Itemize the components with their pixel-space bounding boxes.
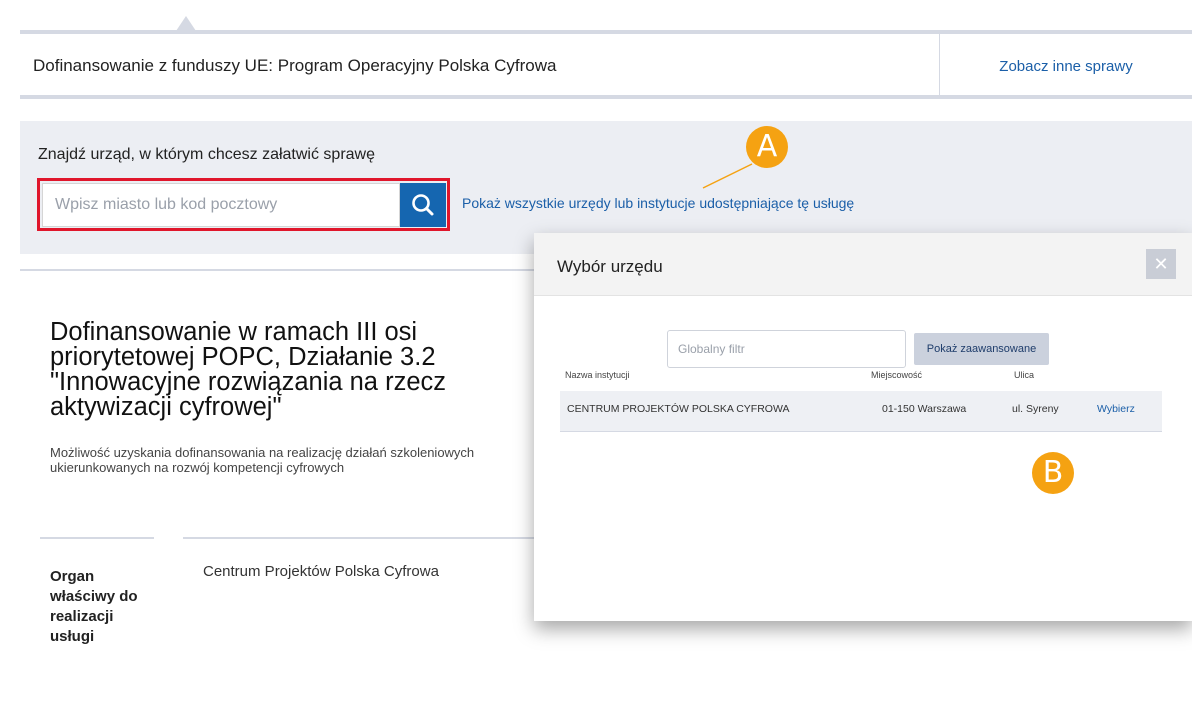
cell-institution-name: CENTRUM PROJEKTÓW POLSKA CYFROWA	[567, 403, 790, 415]
org-label-divider	[40, 537, 154, 539]
article-description: Możliwość uzyskania dofinansowania na re…	[50, 445, 475, 475]
callout-a-line	[702, 163, 753, 189]
callout-b-badge: B	[1032, 452, 1074, 494]
org-value-divider	[183, 537, 538, 539]
close-button[interactable]: ✕	[1146, 249, 1176, 279]
modal-title: Wybór urzędu	[557, 257, 663, 276]
callout-a-badge: A	[746, 126, 788, 168]
column-header-street[interactable]: Ulica	[1014, 370, 1034, 380]
cell-city: 01-150 Warszawa	[882, 403, 967, 415]
org-value: Centrum Projektów Polska Cyfrowa	[203, 563, 439, 580]
article-title: Dofinansowanie w ramach III osi prioryte…	[50, 318, 446, 421]
org-label: Organ właściwy do realizacji usługi	[50, 568, 138, 645]
column-header-name[interactable]: Nazwa instytucji	[565, 370, 630, 380]
select-office-link[interactable]: Wybierz	[1097, 403, 1135, 415]
column-header-city[interactable]: Miejscowość	[871, 370, 922, 380]
show-advanced-button[interactable]: Pokaż zaawansowane	[914, 333, 1049, 365]
global-filter-input[interactable]	[667, 330, 906, 368]
close-icon: ✕	[1153, 254, 1169, 274]
cell-street: ul. Syreny	[1012, 403, 1059, 415]
office-select-modal: Wybór urzędu ✕ Pokaż zaawansowane Nazwa …	[534, 233, 1192, 621]
